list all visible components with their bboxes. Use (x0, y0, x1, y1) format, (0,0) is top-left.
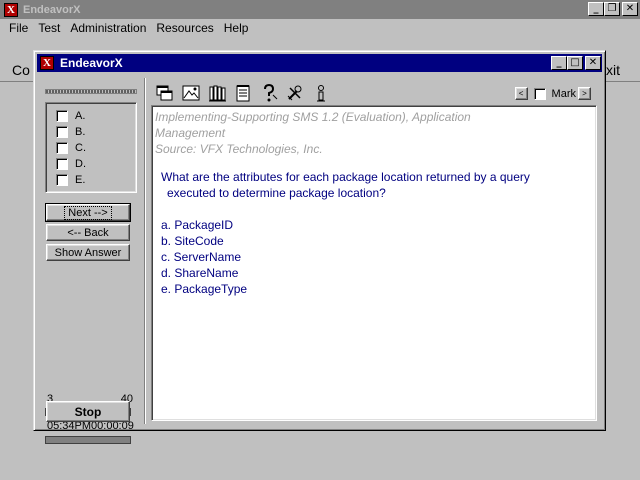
mark-label: Mark (551, 87, 576, 100)
app-minimize-button[interactable]: _ (588, 2, 604, 16)
dialog-logo-icon: X (40, 56, 54, 70)
info-icon[interactable] (310, 82, 332, 104)
stop-button-label: Stop (74, 404, 102, 419)
question-source: Implementing-Supporting SMS 1.2 (Evaluat… (155, 109, 593, 157)
answer-checkbox[interactable] (56, 174, 68, 186)
question-option: a. PackageID (161, 218, 234, 232)
app-title-text: EndeavorX (23, 3, 81, 16)
library-icon[interactable] (206, 82, 228, 104)
next-question-arrow-button[interactable]: > (578, 87, 591, 100)
app-restore-button[interactable]: ❐ (604, 2, 620, 16)
answer-checkbox[interactable] (56, 142, 68, 154)
menu-bar: File Test Administration Resources Help (0, 19, 640, 37)
app-caption-buttons: _ ❐ ✕ (588, 2, 638, 16)
dialog-caption-buttons: _ □ ✕ (551, 56, 601, 70)
menu-file[interactable]: File (4, 21, 33, 35)
dialog-minimize-button[interactable]: _ (551, 56, 567, 70)
menu-administration[interactable]: Administration (65, 21, 151, 35)
answer-label: C. (75, 142, 86, 154)
question-stem: What are the attributes for each package… (155, 169, 593, 201)
dialog-titlebar[interactable]: X EndeavorX (37, 54, 602, 72)
menu-help[interactable]: Help (219, 21, 254, 35)
stop-button[interactable]: Stop (46, 401, 130, 422)
answer-option-c[interactable]: C. (56, 142, 86, 154)
dialog-maximize-button[interactable]: □ (567, 56, 583, 70)
next-button[interactable]: Next --> (45, 203, 131, 222)
score-indicator (45, 89, 137, 94)
hint-icon[interactable] (258, 82, 280, 104)
answer-checkbox[interactable] (56, 126, 68, 138)
question-source-line: Management (155, 126, 226, 140)
app-close-button[interactable]: ✕ (622, 2, 638, 16)
app-logo-icon: X (4, 2, 18, 17)
app-window: X EndeavorX _ ❐ ✕ File Test Administrati… (0, 0, 640, 480)
dialog-title-text: EndeavorX (60, 56, 123, 70)
answer-choices: A. B. C. D. E. (45, 102, 137, 193)
answer-checkbox[interactable] (56, 110, 68, 122)
time-progress-bar (45, 436, 131, 444)
question-source-line: Source: VFX Technologies, Inc. (155, 142, 323, 156)
answer-option-b[interactable]: B. (56, 126, 85, 138)
show-answer-button[interactable]: Show Answer (46, 244, 130, 261)
answer-label: E. (75, 174, 86, 186)
question-options: a. PackageID b. SiteCode c. ServerName d… (155, 217, 593, 297)
answer-option-a[interactable]: A. (56, 110, 85, 122)
panel-divider (144, 78, 146, 424)
toolbar-button-label-partial-right[interactable]: xit (606, 62, 620, 78)
answer-checkbox[interactable] (56, 158, 68, 170)
question-stem-line: What are the attributes for each package… (161, 170, 530, 184)
question-source-line: Implementing-Supporting SMS 1.2 (Evaluat… (155, 110, 471, 124)
previous-question-button[interactable]: < (514, 87, 528, 100)
question-panel: < Mark > Implementing-Supporting SMS 1.2… (148, 78, 601, 428)
question-option: c. ServerName (161, 250, 242, 264)
dialog-close-button[interactable]: ✕ (585, 56, 601, 70)
next-button-label: Next --> (64, 205, 112, 220)
show-answer-button-label: Show Answer (54, 246, 122, 259)
menu-test[interactable]: Test (33, 21, 65, 35)
answer-label: D. (75, 158, 86, 170)
mark-checkbox[interactable] (533, 87, 546, 100)
answer-panel: A. B. C. D. E. Next --> <-- Back Show An… (41, 78, 144, 444)
question-display: Implementing-Supporting SMS 1.2 (Evaluat… (151, 105, 597, 421)
exam-dialog: X EndeavorX _ □ ✕ A. B. C. D. E. Next --… (33, 50, 606, 444)
question-option: e. PackageType (161, 282, 248, 296)
answer-label: A. (75, 110, 86, 122)
answer-label: B. (75, 126, 86, 138)
tools-icon[interactable] (284, 82, 306, 104)
back-button-label: <-- Back (67, 226, 109, 239)
app-titlebar[interactable]: X EndeavorX _ ❐ ✕ (0, 0, 640, 19)
picture-icon[interactable] (180, 82, 202, 104)
question-nav: < Mark > (514, 87, 591, 100)
answer-option-d[interactable]: D. (56, 158, 86, 170)
windows-icon[interactable] (154, 82, 176, 104)
notepad-icon[interactable] (232, 82, 254, 104)
question-toolbar (154, 82, 332, 104)
question-option: b. SiteCode (161, 234, 224, 248)
back-button[interactable]: <-- Back (46, 224, 130, 241)
question-option: d. ShareName (161, 266, 239, 280)
answer-option-e[interactable]: E. (56, 174, 85, 186)
toolbar-button-label-partial-left[interactable]: Co (12, 62, 30, 78)
question-stem-line: executed to determine package location? (167, 186, 386, 200)
menu-resources[interactable]: Resources (151, 21, 218, 35)
